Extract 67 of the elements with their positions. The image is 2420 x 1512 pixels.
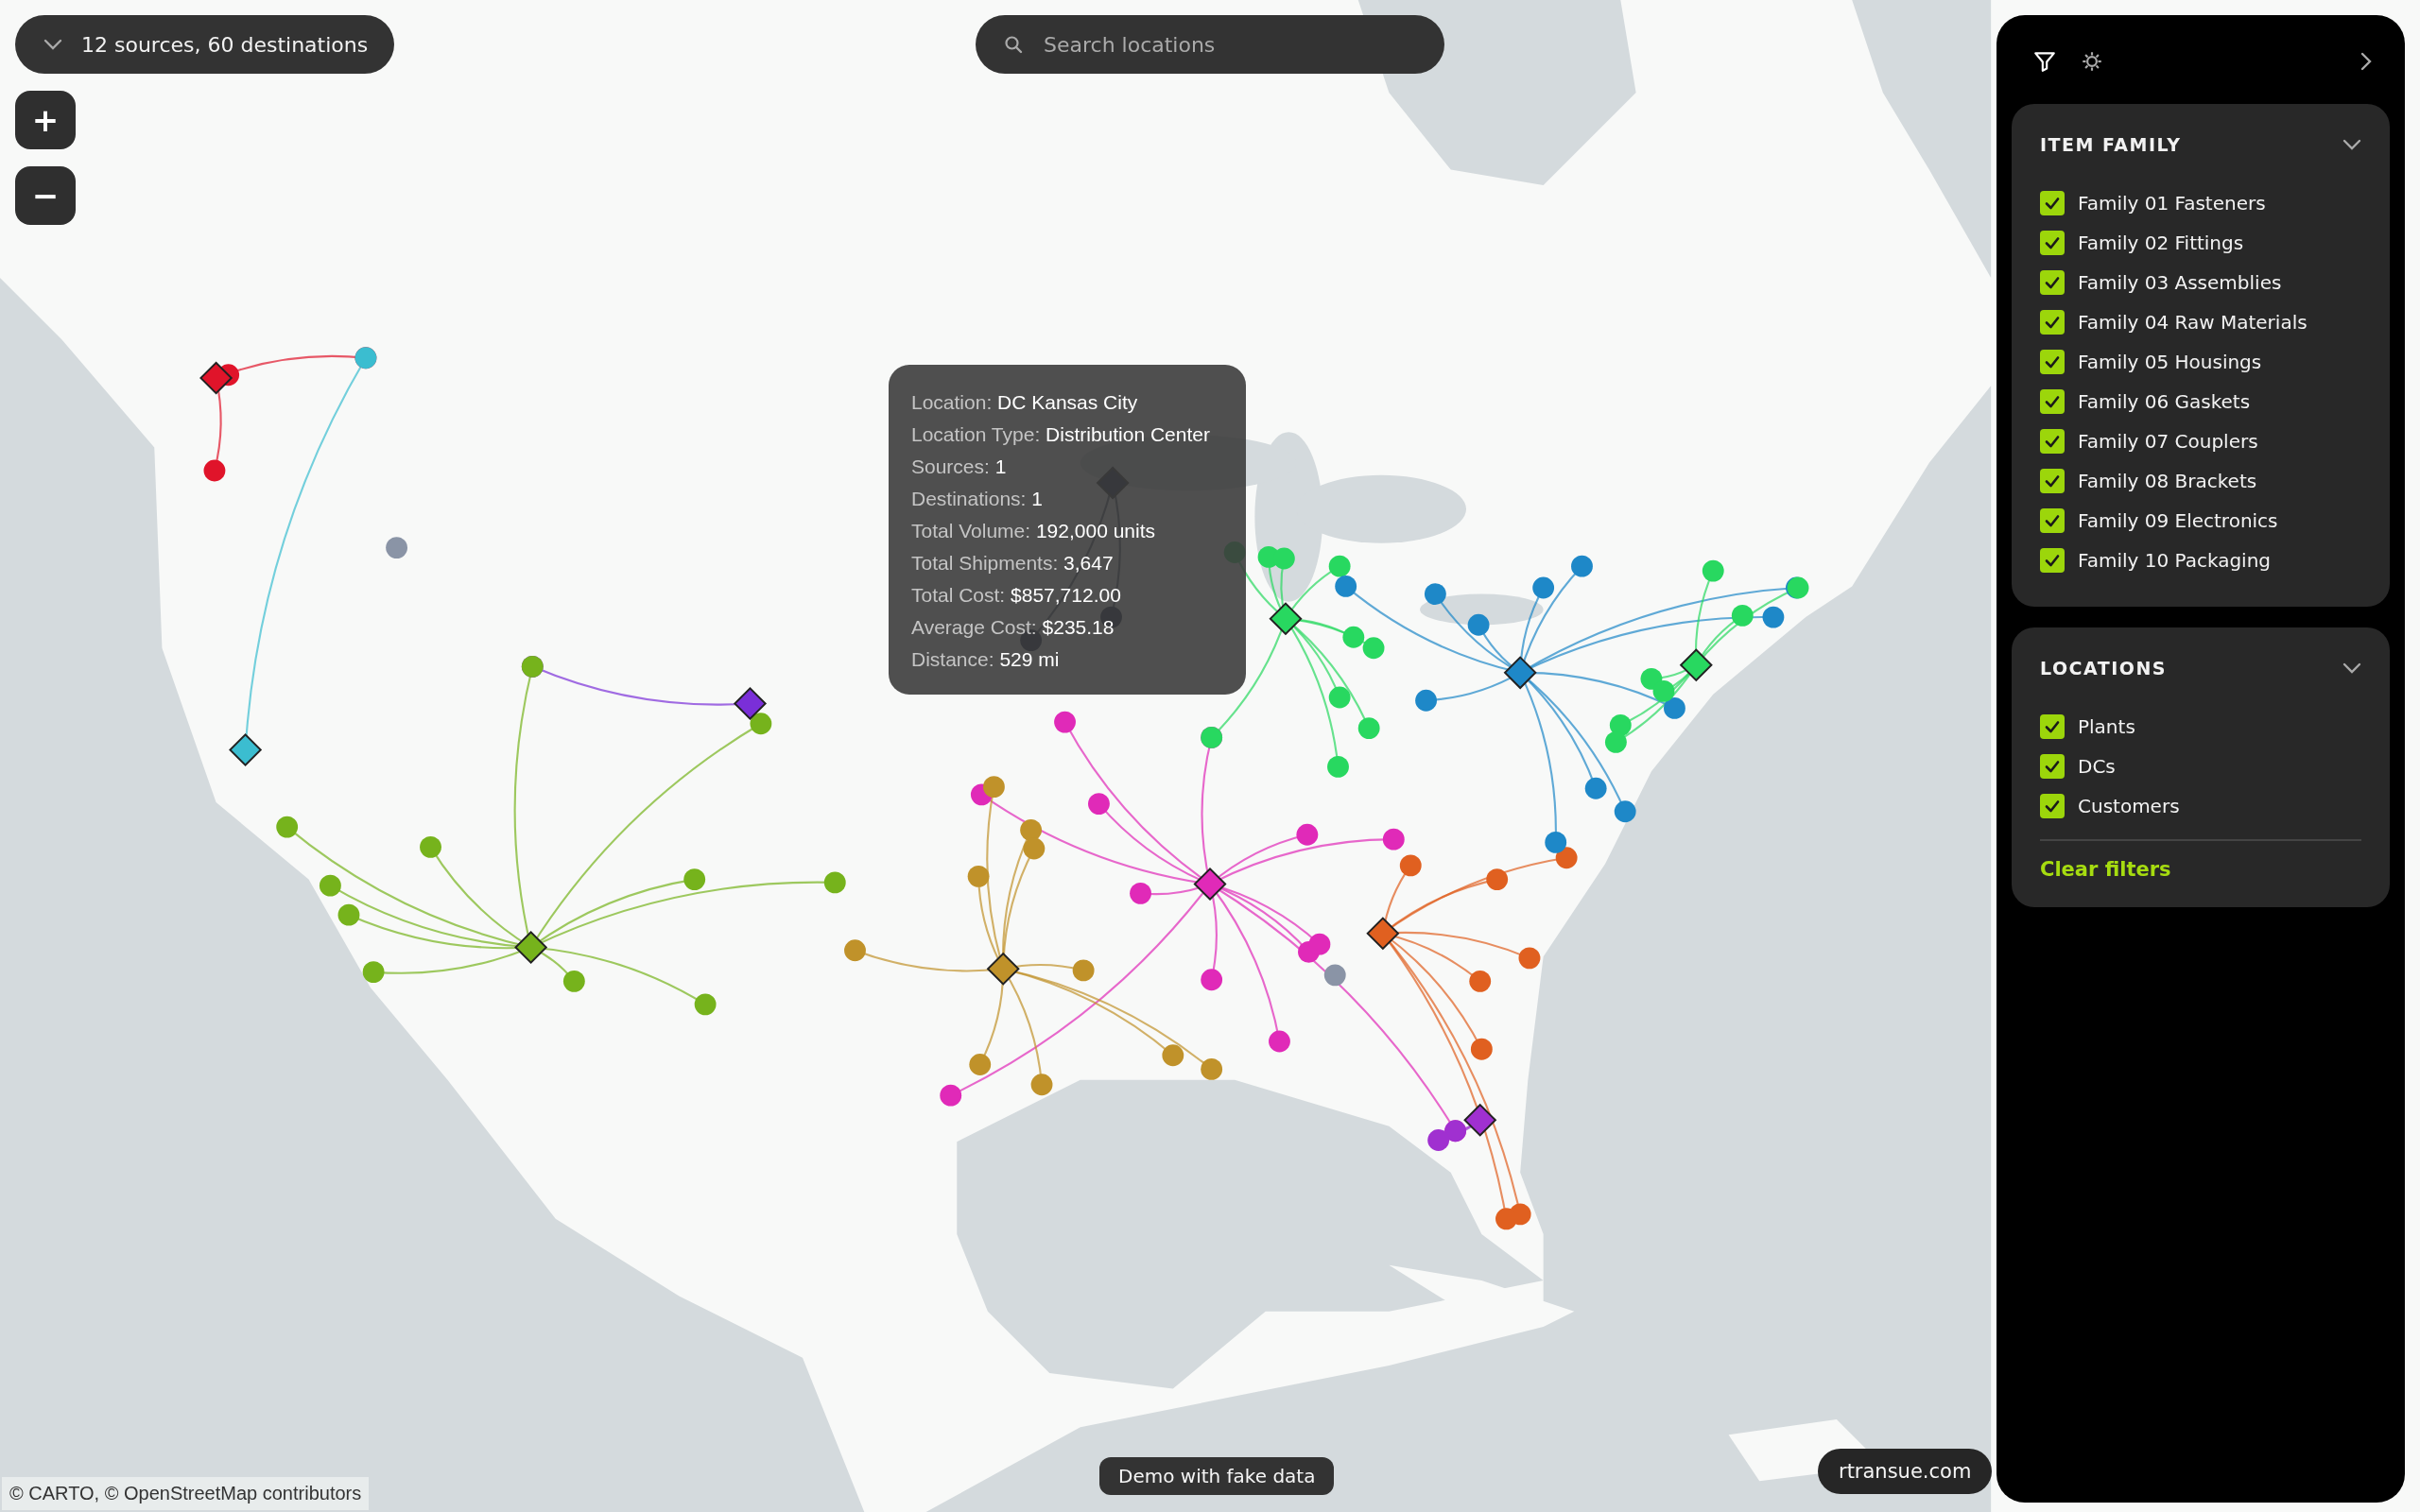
tooltip-line: Location: DC Kansas City	[911, 390, 1139, 415]
demo-badge: Demo with fake data	[1099, 1457, 1335, 1495]
check-icon	[2044, 393, 2061, 410]
tooltip-line: Distance: 529 mi	[911, 647, 1061, 672]
checkbox[interactable]	[2040, 389, 2065, 414]
filter-icon	[2032, 49, 2057, 74]
checkbox[interactable]	[2040, 714, 2065, 739]
checkbox[interactable]	[2040, 429, 2065, 454]
tooltip-line: Location Type: Distribution Center	[911, 422, 1211, 447]
check-icon	[2044, 758, 2061, 775]
zoom-in-button[interactable]: +	[15, 91, 76, 149]
checkbox-label: Plants	[2078, 715, 2135, 738]
site-link[interactable]: rtransue.com	[1818, 1449, 1993, 1494]
check-icon	[2044, 718, 2061, 735]
tooltip-line: Average Cost: $235.18	[911, 615, 1115, 640]
check-icon	[2044, 274, 2061, 291]
checkbox-label: Family 05 Housings	[2078, 351, 2262, 373]
tooltip-line: Sources: 1	[911, 455, 1008, 479]
check-icon	[2044, 195, 2061, 212]
check-icon	[2044, 798, 2061, 815]
chevron-down-icon	[2342, 139, 2361, 150]
zoom-out-button[interactable]: −	[15, 166, 76, 225]
checkbox[interactable]	[2040, 310, 2065, 335]
filter-tab[interactable]	[2032, 49, 2057, 74]
checkbox[interactable]	[2040, 548, 2065, 573]
checkbox[interactable]	[2040, 191, 2065, 215]
search-icon	[1004, 35, 1023, 54]
section-header[interactable]: LOCATIONS	[2040, 658, 2361, 679]
search-field[interactable]: Search locations	[976, 15, 1444, 74]
check-icon	[2044, 234, 2061, 251]
checkbox[interactable]	[2040, 508, 2065, 533]
checkbox-label: Family 07 Couplers	[2078, 430, 2258, 453]
checkbox[interactable]	[2040, 469, 2065, 493]
tooltip-line: Total Volume: 192,000 units	[911, 519, 1157, 543]
section-header[interactable]: ITEM FAMILY	[2040, 134, 2361, 155]
check-icon	[2044, 472, 2061, 490]
map-attribution: © CARTO, © OpenStreetMap contributors	[2, 1477, 370, 1510]
check-icon	[2044, 433, 2061, 450]
summary-dropdown[interactable]: 12 sources, 60 destinations	[15, 15, 395, 74]
collapse-panel-button[interactable]	[2360, 51, 2373, 72]
checkbox-label: Family 03 Assemblies	[2078, 271, 2282, 294]
checkbox[interactable]	[2040, 270, 2065, 295]
checkbox-label: Family 06 Gaskets	[2078, 390, 2251, 413]
check-icon	[2044, 353, 2061, 370]
checkbox-label: Family 04 Raw Materials	[2078, 311, 2308, 334]
checkbox-label: Family 02 Fittings	[2078, 232, 2244, 254]
checkbox-label: Family 09 Electronics	[2078, 509, 2278, 532]
checkbox-label: Family 01 Fasteners	[2078, 192, 2266, 215]
chevron-down-icon	[2342, 662, 2361, 674]
checkbox-label: DCs	[2078, 755, 2116, 778]
checkbox[interactable]	[2040, 350, 2065, 374]
check-icon	[2044, 512, 2061, 529]
checkbox[interactable]	[2040, 231, 2065, 255]
checkbox-label: Family 08 Brackets	[2078, 470, 2257, 492]
checkbox-label: Customers	[2078, 795, 2180, 817]
tooltip-line: Total Shipments: 3,647	[911, 551, 1115, 576]
tooltip-line: Total Cost: $857,712.00	[911, 583, 1122, 608]
clear-filters-button[interactable]: Clear filters	[2040, 858, 2171, 881]
check-icon	[2044, 314, 2061, 331]
checkbox-label: Family 10 Packaging	[2078, 549, 2272, 572]
check-icon	[2044, 552, 2061, 569]
settings-tab[interactable]	[2080, 49, 2104, 74]
checkbox[interactable]	[2040, 794, 2065, 818]
tooltip-line: Destinations: 1	[911, 487, 1044, 511]
settings-icon	[2080, 49, 2104, 74]
checkbox[interactable]	[2040, 754, 2065, 779]
chevron-down-icon	[43, 39, 62, 50]
